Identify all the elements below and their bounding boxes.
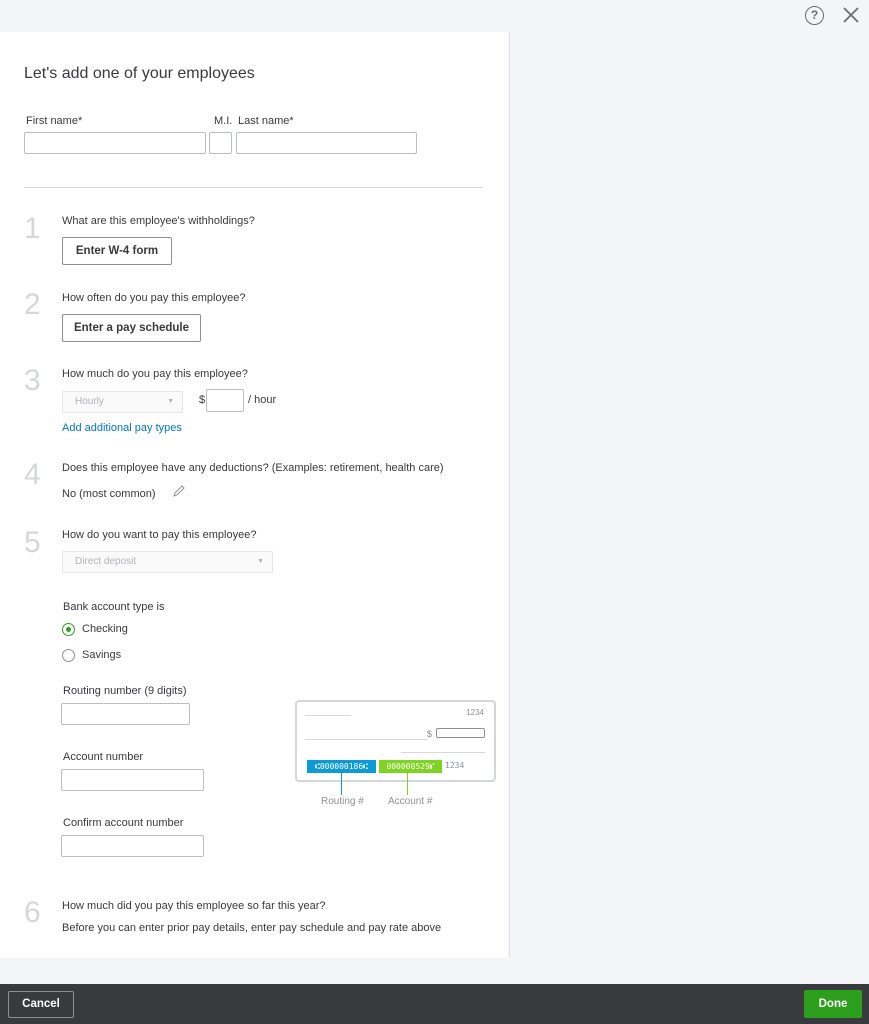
done-button[interactable]: Done [804, 990, 862, 1018]
payment-method-value: Direct deposit [75, 556, 137, 567]
pay-type-value: Hourly [75, 396, 104, 407]
routing-caption: Routing # [321, 796, 364, 807]
check-illustration: 1234 $ ⑆000000186⑆ 000000529⑈ 1234 [295, 700, 496, 782]
check-amount-box [436, 728, 485, 738]
divider [24, 187, 483, 188]
bank-type-label: Bank account type is [63, 601, 165, 613]
account-number-input[interactable] [61, 769, 204, 791]
cancel-button[interactable]: Cancel [8, 991, 74, 1018]
routing-number-label: Routing number (9 digits) [63, 685, 187, 697]
routing-number-input[interactable] [61, 703, 190, 725]
mi-label: M.I. [214, 115, 233, 127]
prior-pay-note: Before you can enter prior pay details, … [62, 922, 442, 934]
mi-input[interactable] [209, 132, 232, 154]
step-2-question: How often do you pay this employee? [62, 292, 246, 304]
account-pointer [407, 773, 408, 795]
pay-type-select[interactable]: Hourly ▼ [62, 391, 183, 413]
last-name-input[interactable] [236, 132, 417, 154]
checking-radio[interactable] [62, 623, 75, 636]
first-name-label: First name* [26, 115, 83, 127]
pencil-icon[interactable] [172, 484, 186, 498]
check-number: 1234 [466, 708, 484, 717]
confirm-account-label: Confirm account number [63, 817, 184, 829]
currency-symbol: $ [199, 394, 206, 406]
per-hour-label: / hour [248, 394, 277, 406]
chevron-down-icon: ▼ [167, 398, 174, 405]
first-name-input[interactable] [24, 132, 206, 154]
step-4-question: Does this employee have any deductions? … [62, 462, 444, 474]
step-1-number: 1 [24, 212, 41, 245]
account-number-label: Account number [63, 751, 144, 763]
footer-bar: Cancel Done [0, 984, 869, 1024]
pay-rate-input[interactable] [206, 389, 244, 412]
savings-label: Savings [82, 649, 122, 661]
help-icon[interactable]: ? [805, 6, 824, 25]
enter-pay-schedule-button[interactable]: Enter a pay schedule [62, 314, 201, 342]
check-line [305, 739, 427, 740]
savings-radio[interactable] [62, 649, 75, 662]
checking-label: Checking [82, 623, 128, 635]
step-1-question: What are this employee's withholdings? [62, 215, 255, 227]
last-name-label: Last name* [238, 115, 294, 127]
account-caption: Account # [388, 796, 433, 807]
step-3-number: 3 [24, 364, 41, 397]
account-code: 000000529⑈ [379, 760, 442, 773]
check-line [401, 752, 485, 753]
step-5-question: How do you want to pay this employee? [62, 529, 257, 541]
deductions-answer: No (most common) [62, 488, 156, 500]
check-dollar: $ [427, 729, 433, 739]
page-title: Let's add one of your employees [24, 65, 255, 82]
step-6-question: How much did you pay this employee so fa… [62, 900, 326, 912]
step-6-number: 6 [24, 896, 41, 929]
check-line [305, 715, 351, 716]
routing-code: ⑆000000186⑆ [307, 760, 376, 773]
top-bar: ? [0, 0, 869, 32]
payment-method-select[interactable]: Direct deposit ▼ [62, 551, 273, 573]
step-4-number: 4 [24, 458, 41, 491]
side-panel [509, 32, 869, 958]
confirm-account-input[interactable] [61, 835, 204, 857]
step-5-number: 5 [24, 526, 41, 559]
step-2-number: 2 [24, 288, 41, 321]
routing-pointer [341, 773, 342, 795]
enter-w4-button[interactable]: Enter W-4 form [62, 237, 172, 265]
add-pay-types-link[interactable]: Add additional pay types [62, 422, 182, 434]
step-3-question: How much do you pay this employee? [62, 368, 248, 380]
chevron-down-icon: ▼ [257, 558, 264, 565]
close-icon[interactable] [841, 5, 861, 25]
check-code: 1234 [445, 761, 465, 770]
